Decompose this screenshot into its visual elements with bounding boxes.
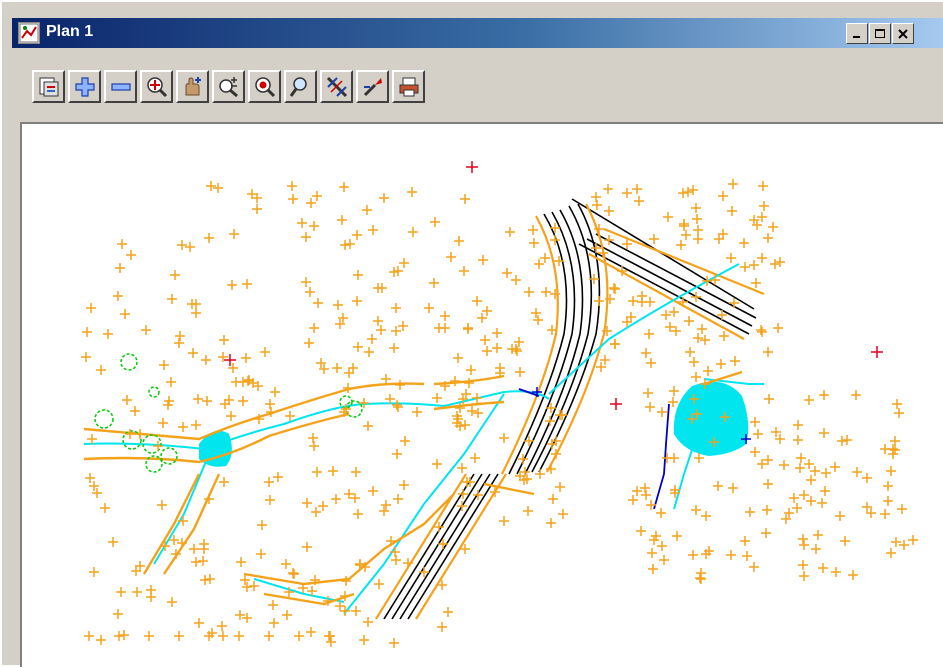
zoom-fit-button[interactable] xyxy=(140,70,173,103)
cross-section-icon xyxy=(326,76,347,97)
magnifier-icon xyxy=(289,76,307,97)
plus-icon xyxy=(74,76,95,97)
plan-window: Plan 1 xyxy=(0,0,943,667)
zoom-plus-minus-button[interactable] xyxy=(212,70,245,103)
minus-icon xyxy=(110,82,131,91)
zoom-fit-icon xyxy=(146,76,167,97)
title-bar[interactable]: Plan 1 xyxy=(12,18,943,48)
zoom-window-button[interactable] xyxy=(284,70,317,103)
plan-canvas[interactable] xyxy=(20,122,943,667)
close-button[interactable] xyxy=(892,23,914,44)
survey-points xyxy=(81,179,918,648)
print-button[interactable] xyxy=(392,70,425,103)
zoom-extent-icon xyxy=(254,76,275,97)
plan-drawing[interactable] xyxy=(22,124,943,667)
close-icon xyxy=(898,28,908,39)
zoom-out-button[interactable] xyxy=(104,70,137,103)
app-icon[interactable] xyxy=(18,22,40,44)
zoom-plus-minus-icon xyxy=(218,76,238,97)
pick-tool-icon xyxy=(363,77,382,96)
printer-icon xyxy=(399,77,418,96)
pan-button[interactable] xyxy=(176,70,209,103)
cross-section-button[interactable] xyxy=(320,70,353,103)
pick-tool-button[interactable] xyxy=(356,70,389,103)
zoom-extent-button[interactable] xyxy=(248,70,281,103)
layers-button[interactable] xyxy=(32,70,65,103)
maximize-button[interactable] xyxy=(869,23,891,44)
toolbar xyxy=(12,48,943,120)
maximize-icon xyxy=(875,28,885,38)
window-title: Plan 1 xyxy=(46,23,94,40)
minimize-button[interactable] xyxy=(846,23,868,44)
minimize-icon xyxy=(853,35,860,38)
pan-hand-icon xyxy=(185,76,201,95)
zoom-in-button[interactable] xyxy=(68,70,101,103)
layers-icon xyxy=(39,77,58,96)
